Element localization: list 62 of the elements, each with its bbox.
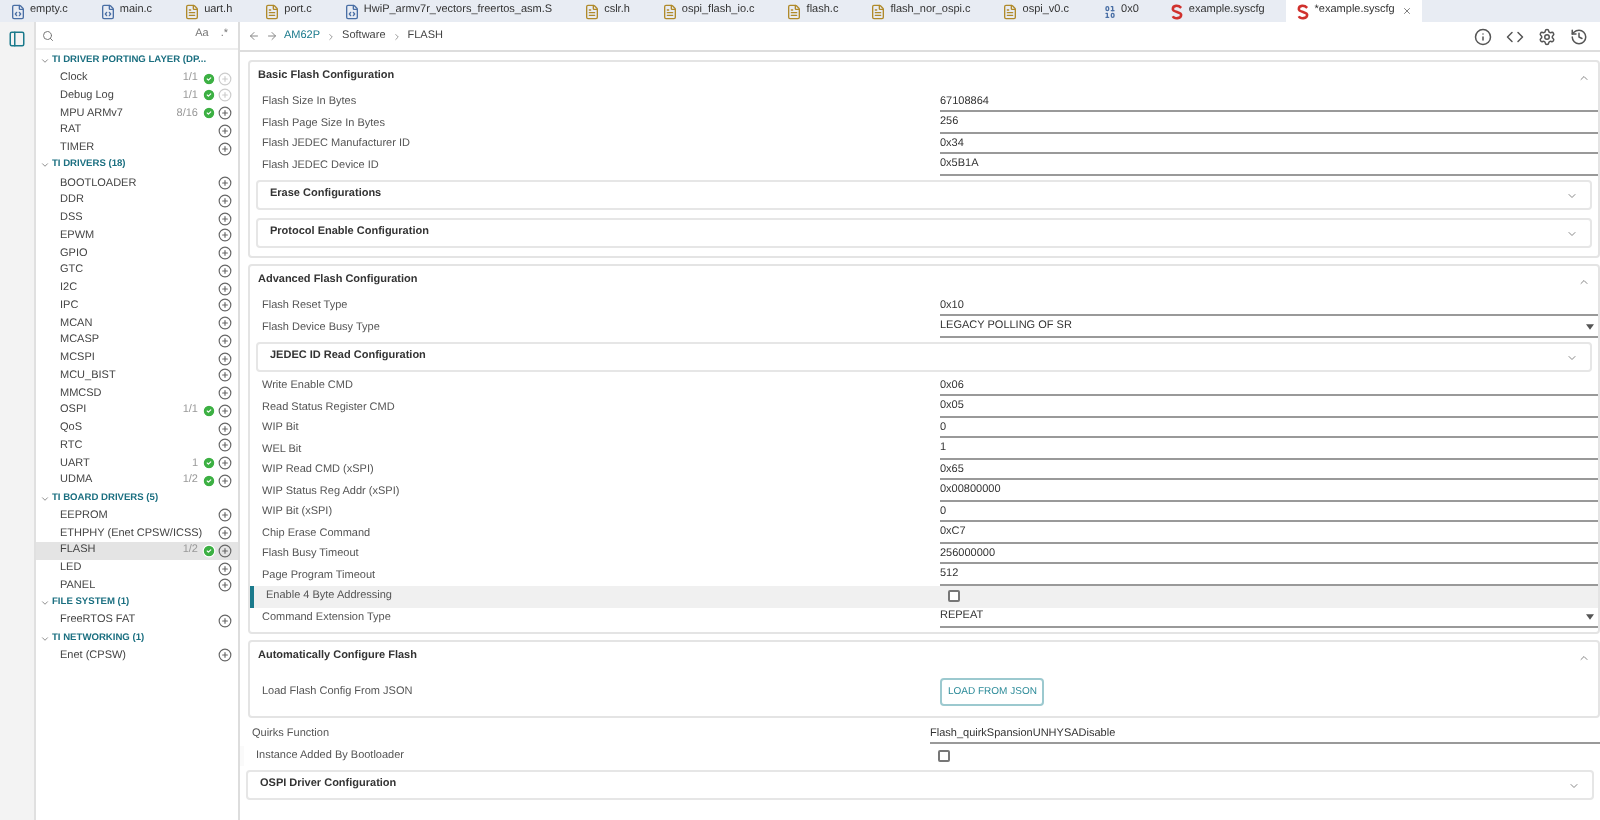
breadcrumb-separator-icon	[326, 31, 337, 41]
add-icon[interactable]	[218, 578, 232, 593]
add-icon[interactable]	[218, 316, 232, 331]
add-icon[interactable]	[218, 526, 232, 541]
add-icon[interactable]	[218, 228, 232, 243]
info-icon[interactable]	[1474, 27, 1492, 45]
code-icon[interactable]	[1506, 27, 1524, 45]
chevron-down-icon	[40, 493, 50, 504]
file-icon	[184, 3, 201, 19]
add-icon[interactable]	[218, 368, 232, 383]
add-icon[interactable]	[218, 403, 232, 418]
add-icon[interactable]	[218, 421, 232, 436]
file-icon	[99, 3, 116, 19]
history-icon[interactable]	[1570, 27, 1588, 45]
chevron-down-icon	[1566, 189, 1578, 201]
add-icon[interactable]	[218, 106, 232, 121]
add-icon[interactable]	[218, 561, 232, 576]
add-icon[interactable]	[218, 473, 232, 488]
chevron-down-icon	[1568, 779, 1580, 791]
add-icon[interactable]	[218, 333, 232, 348]
config-logo-icon	[1296, 3, 1311, 19]
search-icon	[42, 29, 54, 41]
chevron-down-icon	[40, 633, 50, 644]
add-icon[interactable]	[218, 193, 232, 208]
file-icon	[1002, 3, 1019, 19]
add-icon[interactable]	[218, 263, 232, 278]
add-icon[interactable]	[218, 613, 232, 628]
dropdown-arrow-icon	[1586, 613, 1594, 620]
settings-icon[interactable]	[1538, 27, 1556, 45]
binary-icon	[1101, 3, 1118, 19]
checkbox[interactable]	[938, 749, 950, 762]
config-logo-icon	[1170, 3, 1185, 19]
add-icon[interactable]	[218, 141, 232, 156]
chevron-down-icon	[40, 160, 50, 171]
file-icon	[10, 3, 26, 19]
add-icon[interactable]	[218, 508, 232, 523]
file-icon	[343, 3, 360, 19]
add-icon[interactable]	[218, 298, 232, 313]
chevron-down-icon	[40, 55, 50, 66]
file-icon	[264, 3, 281, 19]
panel-icon[interactable]	[8, 30, 26, 48]
breadcrumb-separator-icon	[391, 31, 402, 41]
add-icon[interactable]	[218, 438, 232, 453]
add-icon[interactable]	[218, 281, 232, 296]
add-icon[interactable]	[218, 543, 232, 558]
dropdown-arrow-icon	[1586, 323, 1594, 330]
chevron-down-icon	[40, 598, 50, 609]
chevron-down-icon	[1566, 351, 1578, 363]
add-icon[interactable]	[218, 246, 232, 261]
add-icon[interactable]	[218, 456, 232, 471]
add-icon[interactable]	[218, 123, 232, 138]
add-icon[interactable]	[218, 386, 232, 401]
file-icon	[584, 3, 601, 19]
checkbox[interactable]	[948, 590, 960, 603]
add-icon[interactable]	[218, 211, 232, 226]
file-icon	[786, 3, 803, 19]
add-icon[interactable]	[218, 176, 232, 191]
add-icon[interactable]	[218, 648, 232, 663]
file-icon	[661, 3, 678, 19]
chevron-down-icon	[1566, 227, 1578, 239]
file-icon	[870, 3, 887, 19]
add-icon[interactable]	[218, 351, 232, 366]
